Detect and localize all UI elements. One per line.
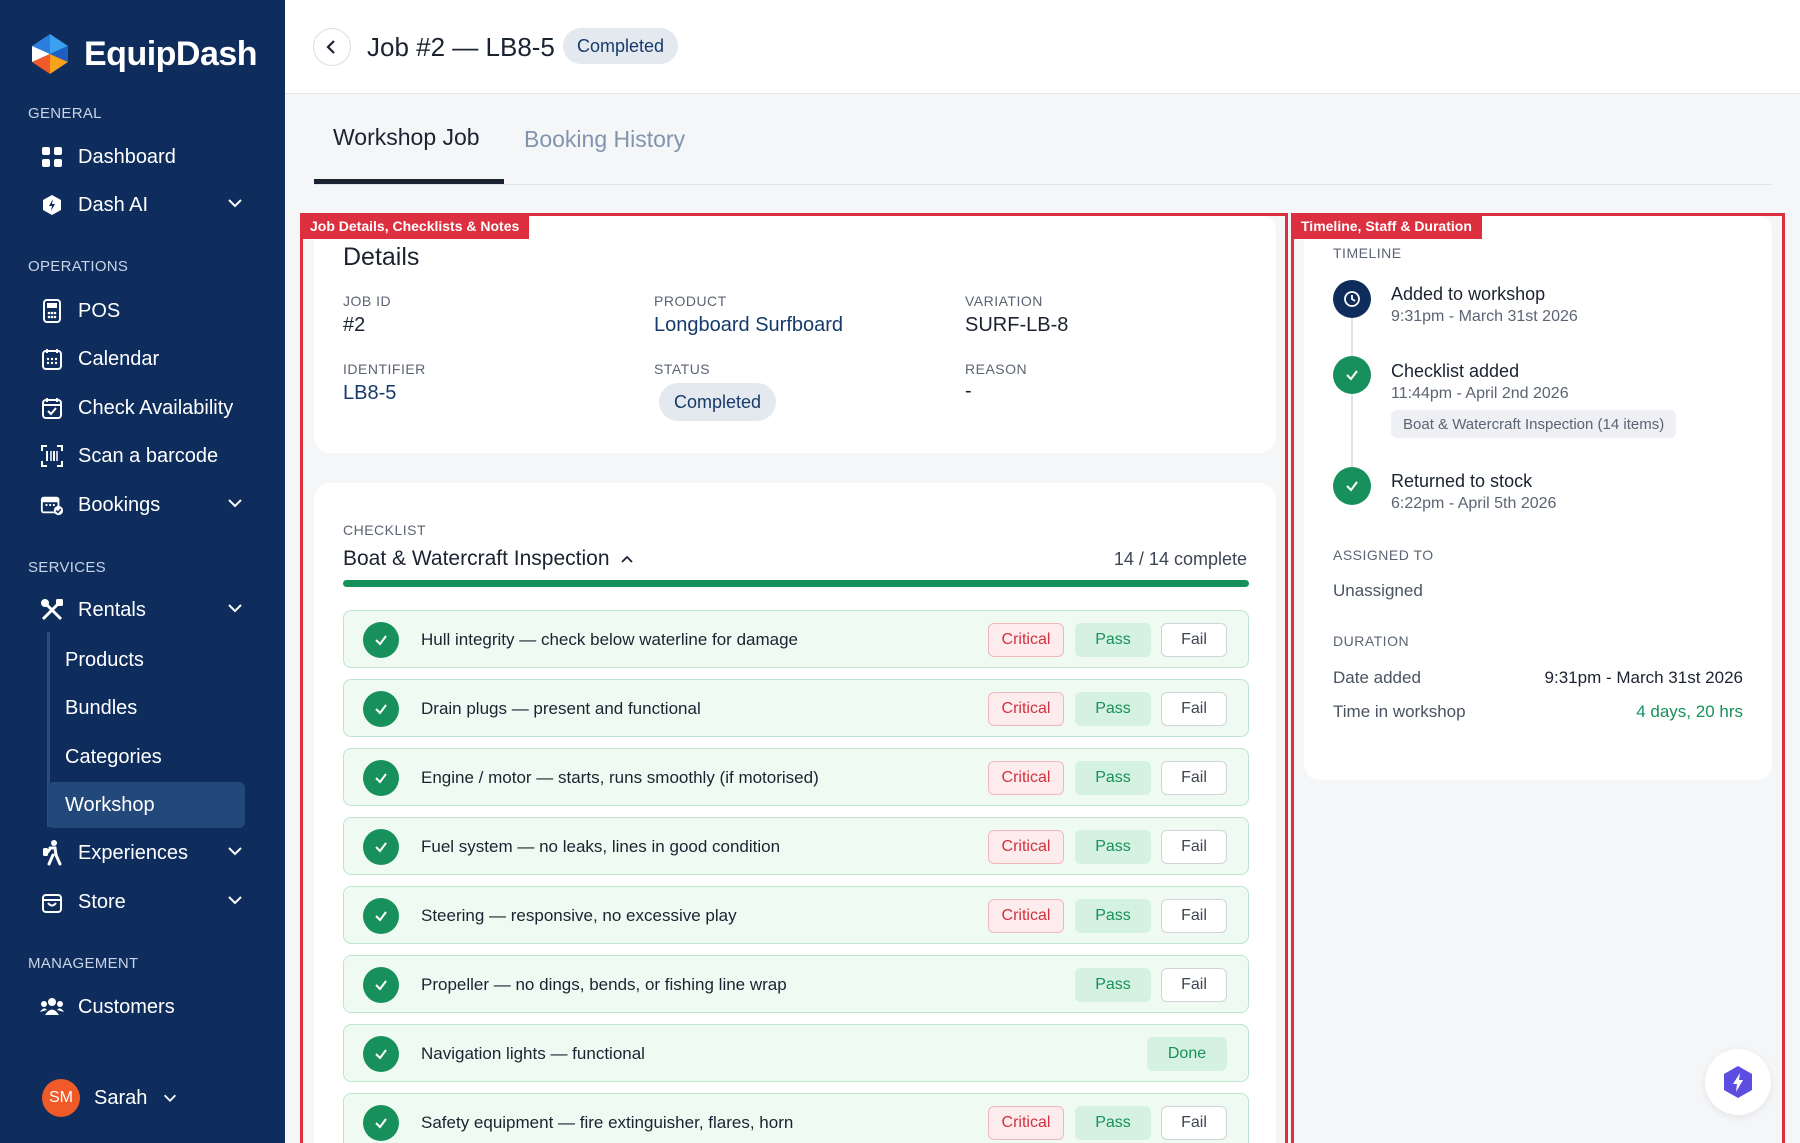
brand[interactable]: EquipDash xyxy=(28,32,258,76)
dash-ai-fab[interactable] xyxy=(1705,1049,1771,1115)
sidebar-item-dashboard[interactable]: Dashboard xyxy=(40,135,245,179)
sidebar-item-pos[interactable]: POS xyxy=(40,289,245,333)
pos-terminal-icon xyxy=(40,299,64,323)
sidebar-subitem-bundles[interactable]: Bundles xyxy=(48,685,245,731)
equipdash-logo-icon xyxy=(32,34,68,74)
sidebar-item-label: Store xyxy=(78,890,126,913)
section-general: GENERAL xyxy=(28,105,102,122)
hiker-icon xyxy=(40,840,64,866)
brand-name: EquipDash xyxy=(84,34,258,73)
section-services: SERVICES xyxy=(28,559,106,576)
sidebar-item-label: POS xyxy=(78,299,121,322)
section-operations: OPERATIONS xyxy=(28,258,129,275)
tools-icon xyxy=(40,598,64,622)
tab-booking-history[interactable]: Booking History xyxy=(524,126,685,153)
sidebar-item-label: Dashboard xyxy=(78,145,176,168)
calendar-icon xyxy=(40,347,64,371)
annotation-frame-right: Timeline, Staff & Duration xyxy=(1291,213,1785,1143)
sidebar-item-store[interactable]: Store xyxy=(40,880,245,924)
chevron-down-icon[interactable] xyxy=(225,841,245,861)
back-button[interactable] xyxy=(313,28,351,66)
annotation-label: Job Details, Checklists & Notes xyxy=(300,213,530,239)
ai-shield-icon xyxy=(40,193,64,217)
barcode-scan-icon xyxy=(40,444,64,468)
chevron-down-icon[interactable] xyxy=(225,493,245,513)
chevron-down-icon[interactable] xyxy=(225,598,245,618)
sidebar-item-label: Dash AI xyxy=(78,193,149,216)
page-title: Job #2 — LB8-5 xyxy=(367,32,555,62)
sidebar: EquipDash GENERAL Dashboard Dash AI OPER… xyxy=(0,0,285,1143)
bookings-calendar-icon xyxy=(40,493,64,517)
sidebar-item-label: Check Availability xyxy=(78,396,234,419)
sidebar-item-label: Customers xyxy=(78,995,175,1018)
sidebar-item-scan-barcode[interactable]: Scan a barcode xyxy=(40,434,245,478)
sidebar-item-label: Experiences xyxy=(78,841,189,864)
user-menu[interactable]: SM Sarah xyxy=(42,1079,179,1117)
chevron-left-icon xyxy=(326,40,335,54)
sidebar-item-check-availability[interactable]: Check Availability xyxy=(40,386,245,430)
sidebar-subitem-products[interactable]: Products xyxy=(48,637,245,683)
shopping-bag-icon xyxy=(40,890,64,914)
chevron-down-icon[interactable] xyxy=(225,193,245,213)
lightning-hex-icon xyxy=(1724,1066,1752,1098)
annotation-frame-left: Job Details, Checklists & Notes xyxy=(300,213,1288,1143)
page-header: Job #2 — LB8-5 Completed xyxy=(285,0,1800,94)
user-name: Sarah xyxy=(94,1086,148,1109)
sidebar-subitem-workshop[interactable]: Workshop xyxy=(48,782,245,828)
active-tab-indicator xyxy=(314,179,504,184)
status-badge: Completed xyxy=(563,28,679,64)
sidebar-item-rentals[interactable]: Rentals xyxy=(40,588,245,632)
sidebar-subitem-categories[interactable]: Categories xyxy=(48,734,245,780)
sidebar-item-experiences[interactable]: Experiences xyxy=(40,831,245,875)
sidebar-item-bookings[interactable]: Bookings xyxy=(40,483,245,527)
tab-bar: Workshop Job Booking History xyxy=(314,110,1772,185)
calendar-check-icon xyxy=(40,396,64,420)
sidebar-item-calendar[interactable]: Calendar xyxy=(40,337,245,381)
section-management: MANAGEMENT xyxy=(28,955,139,972)
sidebar-item-customers[interactable]: Customers xyxy=(40,985,245,1029)
sidebar-item-label: Bookings xyxy=(78,493,161,516)
tab-workshop-job[interactable]: Workshop Job xyxy=(333,124,480,151)
sidebar-item-dash-ai[interactable]: Dash AI xyxy=(40,183,245,227)
grid-icon xyxy=(40,145,64,169)
avatar: SM xyxy=(42,1079,80,1117)
users-icon xyxy=(40,995,64,1019)
chevron-down-icon xyxy=(164,1094,177,1102)
sidebar-item-label: Rentals xyxy=(78,598,146,621)
sidebar-item-label: Calendar xyxy=(78,347,160,370)
chevron-down-icon[interactable] xyxy=(225,890,245,910)
annotation-label: Timeline, Staff & Duration xyxy=(1291,213,1482,239)
sidebar-item-label: Scan a barcode xyxy=(78,444,219,467)
